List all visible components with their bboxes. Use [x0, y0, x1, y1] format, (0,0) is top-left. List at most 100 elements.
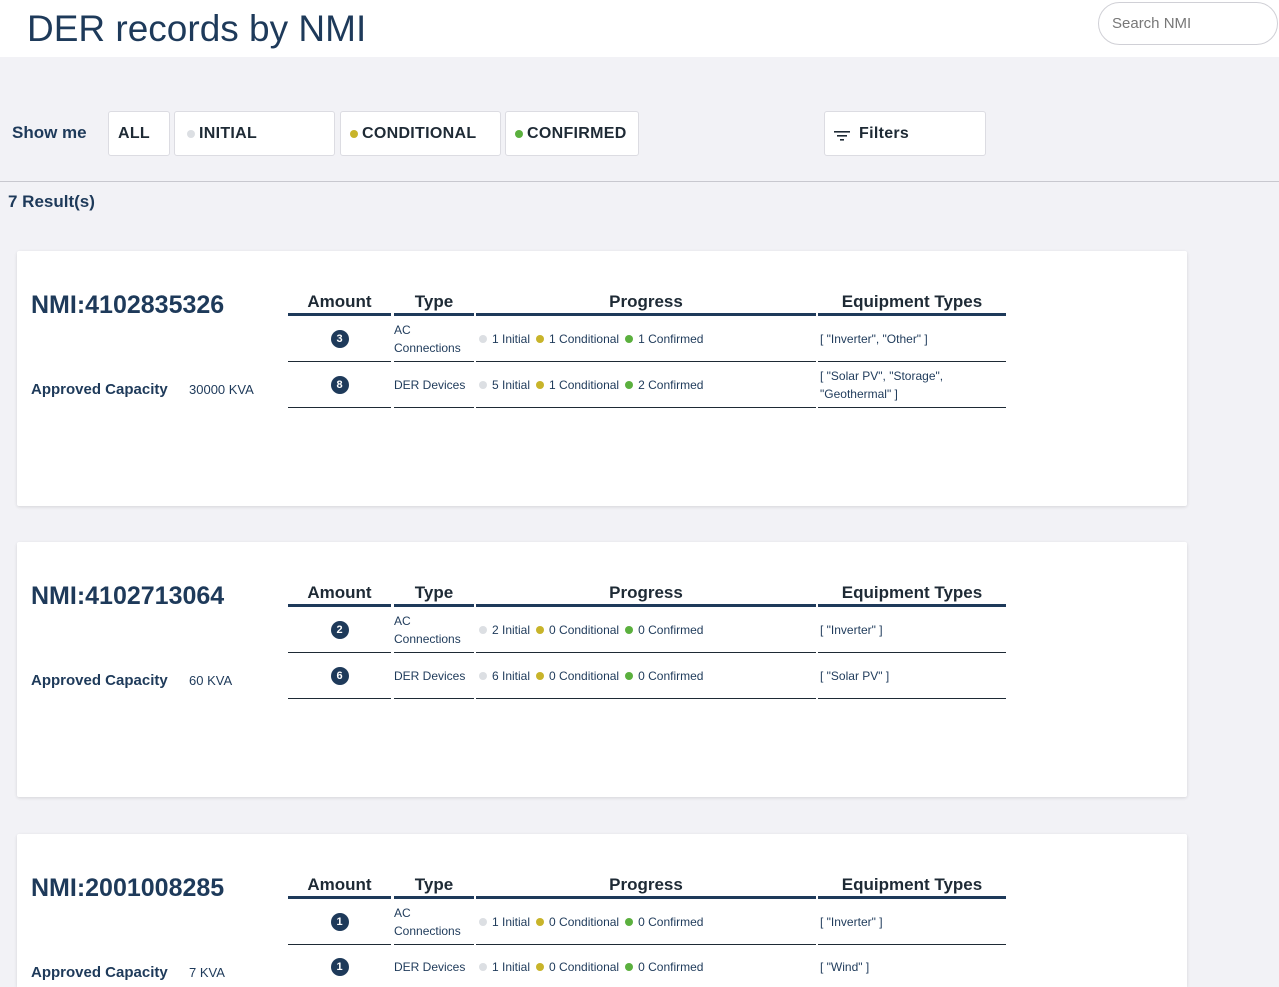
- equipment-types-cell: [ "Wind" ]: [820, 959, 870, 974]
- column-header-type: Type: [394, 875, 474, 899]
- column-header-progress: Progress: [476, 875, 816, 899]
- initial-dot-icon: [479, 962, 487, 971]
- progress-conditional: 0 Conditional: [536, 960, 619, 974]
- filter-confirmed-button[interactable]: CONFIRMED: [505, 111, 639, 156]
- amount-cell: 2: [288, 608, 391, 653]
- initial-dot-icon: [479, 672, 487, 680]
- progress-confirmed-text: 0 Confirmed: [638, 623, 704, 637]
- progress-conditional-text: 1 Conditional: [549, 378, 620, 392]
- filter-all-button[interactable]: ALL: [108, 111, 170, 156]
- progress-initial-text: 1 Initial: [492, 332, 531, 346]
- amount-badge: 1: [330, 913, 349, 931]
- approved-capacity-label: Approved Capacity: [31, 964, 168, 981]
- progress-conditional-text: 0 Conditional: [549, 669, 620, 683]
- search-nmi-input[interactable]: [1098, 2, 1278, 45]
- progress-initial-text: 1 Initial: [492, 915, 531, 929]
- filter-confirmed-label: CONFIRMED: [527, 124, 627, 142]
- approved-capacity-value: 30000 KVA: [189, 382, 254, 397]
- progress-initial-text: 1 Initial: [492, 959, 531, 974]
- progress-conditional-text: 1 Conditional: [549, 332, 620, 346]
- progress-initial: 1 Initial: [479, 915, 530, 929]
- nmi-title: NMI:4102713064: [31, 582, 225, 610]
- progress-conditional: 0 Conditional: [536, 623, 619, 637]
- progress-conditional-text: 0 Conditional: [549, 959, 620, 974]
- equipment-types-cell: [ "Inverter" ]: [818, 608, 1006, 653]
- nmi-record-card: NMI:2001008285 Approved Capacity 7 KVA A…: [17, 834, 1187, 987]
- initial-dot-icon: [479, 918, 487, 926]
- conditional-dot-icon: [536, 381, 545, 389]
- progress-confirmed: 0 Confirmed: [625, 960, 703, 974]
- initial-status-dot-icon: [187, 129, 195, 138]
- amount-cell: 8: [288, 363, 391, 408]
- filter-initial-label: INITIAL: [199, 124, 258, 142]
- type-cell: DER Devices: [394, 959, 466, 974]
- progress-initial: 5 Initial: [479, 378, 530, 392]
- results-count: 7 Result(s): [8, 192, 95, 211]
- progress-confirmed-text: 0 Confirmed: [638, 669, 704, 683]
- progress-confirmed-text: 0 Confirmed: [638, 959, 704, 974]
- column-header-progress: Progress: [476, 583, 816, 607]
- amount-badge: 1: [330, 957, 349, 976]
- column-header-amount: Amount: [288, 583, 391, 607]
- equipment-types-cell: [ "Inverter" ]: [818, 900, 1006, 945]
- filters-label: Filters: [859, 124, 910, 142]
- conditional-dot-icon: [536, 335, 545, 343]
- approved-capacity-label: Approved Capacity: [31, 672, 168, 689]
- progress-conditional-text: 0 Conditional: [549, 915, 620, 929]
- progress-initial-text: 2 Initial: [492, 623, 531, 637]
- filters-button[interactable]: Filters: [824, 111, 986, 156]
- column-header-progress: Progress: [476, 292, 816, 316]
- conditional-dot-icon: [536, 962, 545, 971]
- equipment-types-cell: [ "Solar PV" ]: [818, 654, 1006, 699]
- amount-badge: 2: [330, 621, 349, 639]
- column-header-type: Type: [394, 583, 474, 607]
- confirmed-dot-icon: [625, 918, 634, 926]
- progress-conditional-text: 0 Conditional: [549, 623, 620, 637]
- amount-cell: 1: [288, 900, 391, 945]
- column-header-equipment-types: Equipment Types: [818, 875, 1006, 899]
- approved-capacity-value: 60 KVA: [189, 673, 233, 688]
- column-header-equipment-types: Equipment Types: [818, 583, 1006, 607]
- approved-capacity-label: Approved Capacity: [31, 381, 168, 398]
- progress-confirmed: 1 Confirmed: [625, 332, 703, 346]
- progress-initial-text: 6 Initial: [492, 669, 531, 683]
- progress-conditional: 0 Conditional: [536, 915, 619, 929]
- amount-badge: 3: [330, 330, 349, 348]
- progress-initial: 2 Initial: [479, 623, 530, 637]
- column-header-type: Type: [394, 292, 474, 316]
- amount-badge: 6: [330, 667, 349, 685]
- confirmed-dot-icon: [625, 626, 634, 634]
- progress-confirmed-text: 0 Confirmed: [638, 915, 704, 929]
- progress-confirmed-text: 2 Confirmed: [638, 378, 704, 392]
- filter-conditional-button[interactable]: CONDITIONAL: [340, 111, 501, 156]
- progress-initial: 1 Initial: [479, 332, 530, 346]
- progress-confirmed: 0 Confirmed: [625, 915, 703, 929]
- show-me-label: Show me: [12, 123, 87, 142]
- progress-initial-text: 5 Initial: [492, 378, 531, 392]
- progress-confirmed: 0 Confirmed: [625, 669, 703, 683]
- conditional-dot-icon: [536, 918, 545, 926]
- header-bar: DER records by NMI: [0, 0, 1279, 57]
- equipment-types-cell: [ "Solar PV", "Storage", "Geothermal" ]: [818, 363, 1006, 408]
- conditional-dot-icon: [536, 672, 545, 680]
- initial-dot-icon: [479, 381, 487, 389]
- progress-conditional: 1 Conditional: [536, 332, 619, 346]
- approved-capacity-value: 7 KVA: [189, 965, 225, 980]
- conditional-status-dot-icon: [350, 129, 358, 138]
- type-cell: DER Devices: [394, 363, 474, 408]
- filter-all-label: ALL: [118, 124, 151, 142]
- filter-initial-button[interactable]: INITIAL: [174, 111, 335, 156]
- column-header-equipment-types: Equipment Types: [818, 292, 1006, 316]
- progress-cell: 2 Initial 0 Conditional 0 Confirmed: [476, 608, 816, 653]
- progress-confirmed: 2 Confirmed: [625, 378, 703, 392]
- nmi-record-card: NMI:4102835326 Approved Capacity 30000 K…: [17, 251, 1187, 506]
- amount-cell: 6: [288, 654, 391, 699]
- confirmed-dot-icon: [625, 962, 634, 971]
- equipment-types-cell: [ "Inverter", "Other" ]: [818, 317, 1006, 362]
- amount-cell: 1: [288, 946, 391, 987]
- toolbar-divider: [0, 181, 1279, 182]
- type-cell: DER Devices: [394, 654, 474, 699]
- progress-initial: 6 Initial: [479, 669, 530, 683]
- type-cell: AC Connections: [394, 900, 474, 945]
- initial-dot-icon: [479, 335, 487, 343]
